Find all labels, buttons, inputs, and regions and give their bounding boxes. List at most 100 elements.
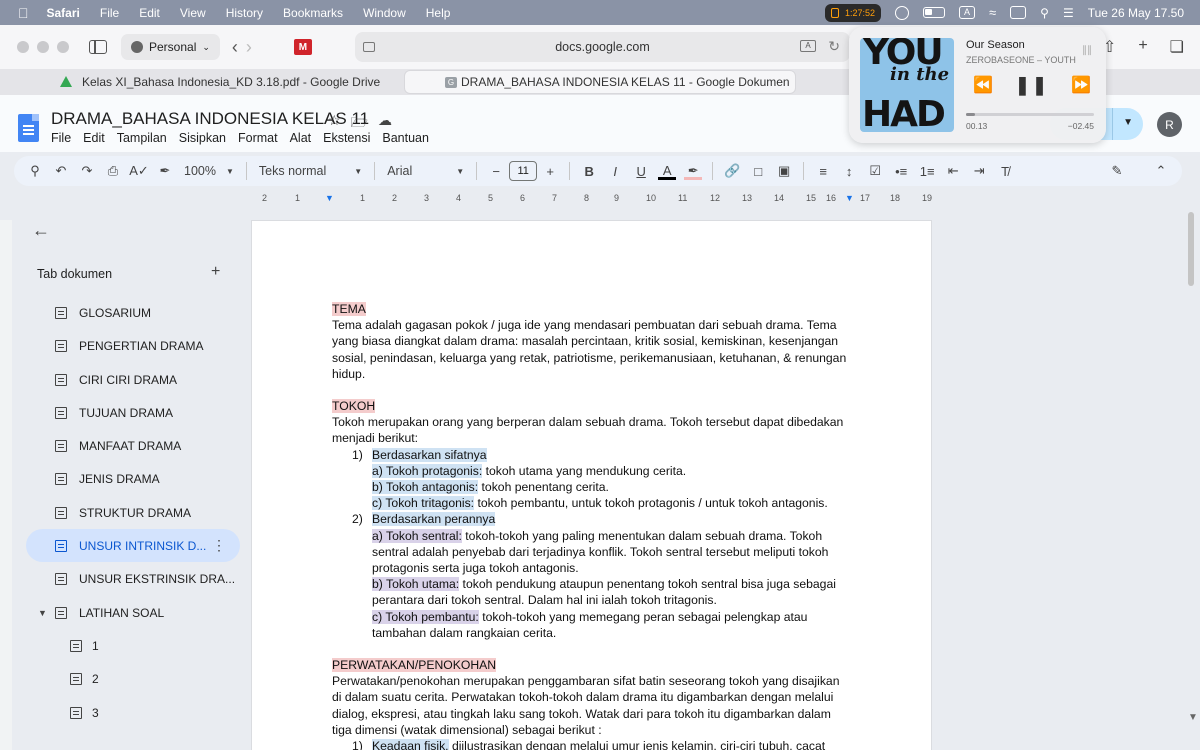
- zoom-dropdown[interactable]: 100% ▼: [178, 164, 240, 178]
- align-icon[interactable]: ≡: [810, 164, 836, 179]
- checklist-icon[interactable]: ☑: [862, 163, 888, 179]
- reload-icon[interactable]: ↻: [828, 38, 840, 55]
- spotlight-icon[interactable]: ⚲: [1040, 6, 1049, 20]
- numbered-list-icon[interactable]: 1≡: [914, 164, 940, 179]
- docs-menu-file[interactable]: File: [51, 131, 71, 145]
- pause-icon[interactable]: ❚❚: [1015, 75, 1049, 96]
- translate-icon[interactable]: A: [800, 40, 816, 52]
- share-dropdown-icon[interactable]: ▼: [1123, 117, 1133, 128]
- bold-icon[interactable]: B: [576, 164, 602, 179]
- screen-mirroring-icon[interactable]: [1010, 6, 1027, 19]
- style-dropdown[interactable]: Teks normal ▼: [253, 164, 368, 178]
- close-window-button[interactable]: [17, 41, 29, 53]
- right-indent-marker[interactable]: ▼: [845, 193, 854, 203]
- sidebar-item-unsur-ekstrinsik[interactable]: UNSUR EKSTRINSIK DRA...: [26, 562, 240, 595]
- scrollbar-thumb[interactable]: [1188, 212, 1194, 286]
- apple-icon[interactable]: : [18, 5, 29, 21]
- search-menus-icon[interactable]: ⚲: [22, 163, 48, 179]
- collapse-caret-icon[interactable]: ▼: [38, 608, 47, 618]
- menu-bookmarks[interactable]: Bookmarks: [283, 6, 343, 20]
- more-options-icon[interactable]: ⋮: [212, 537, 226, 554]
- clear-formatting-icon[interactable]: T̸: [992, 164, 1018, 179]
- menu-file[interactable]: File: [100, 6, 119, 20]
- undo-icon[interactable]: ↶: [48, 163, 74, 179]
- sidebar-toggle-icon[interactable]: [89, 40, 107, 54]
- menu-view[interactable]: View: [180, 6, 206, 20]
- docs-menu-extensions[interactable]: Ekstensi: [323, 131, 370, 145]
- increase-font-size-icon[interactable]: +: [537, 164, 563, 179]
- decrease-font-size-icon[interactable]: −: [483, 164, 509, 179]
- docs-menu-tools[interactable]: Alat: [290, 131, 312, 145]
- document-body[interactable]: TEMA Tema adalah gagasan pokok / juga id…: [332, 301, 852, 750]
- google-docs-logo-icon[interactable]: [18, 114, 39, 142]
- minimize-window-button[interactable]: [37, 41, 49, 53]
- sidebar-item-jenis[interactable]: JENIS DRAMA: [26, 462, 240, 495]
- mendeley-extension-icon[interactable]: M: [293, 39, 312, 55]
- decrease-indent-icon[interactable]: ⇤: [940, 163, 966, 179]
- text-color-icon[interactable]: A: [654, 163, 680, 180]
- menu-edit[interactable]: Edit: [139, 6, 160, 20]
- spellcheck-icon[interactable]: A✓: [126, 163, 152, 179]
- sidebar-item-ciri[interactable]: CIRI CIRI DRAMA: [26, 363, 240, 396]
- menu-help[interactable]: Help: [426, 6, 451, 20]
- italic-icon[interactable]: I: [602, 164, 628, 179]
- menu-app-safari[interactable]: Safari: [47, 6, 80, 20]
- back-arrow-icon[interactable]: ←: [32, 220, 50, 241]
- document-title[interactable]: DRAMA_BAHASA INDONESIA KELAS 11: [51, 109, 369, 129]
- print-icon[interactable]: ⎙: [100, 163, 126, 179]
- add-tab-icon[interactable]: +: [211, 263, 220, 281]
- menubar-datetime[interactable]: Tue 26 May 17.50: [1088, 6, 1184, 20]
- paint-format-icon[interactable]: ✒: [152, 163, 178, 179]
- sidebar-item-pengertian[interactable]: PENGERTIAN DRAMA: [26, 329, 240, 362]
- profile-button[interactable]: Personal ⌄: [121, 34, 220, 60]
- docs-menu-view[interactable]: Tampilan: [117, 131, 167, 145]
- address-bar[interactable]: docs.google.com A ↻: [355, 32, 850, 62]
- font-size-input[interactable]: 11: [509, 161, 538, 181]
- forward-button[interactable]: ›: [246, 37, 252, 58]
- new-tab-icon[interactable]: +: [1138, 37, 1147, 57]
- playback-progress-bar[interactable]: [966, 113, 1094, 116]
- account-avatar[interactable]: R: [1157, 112, 1182, 137]
- recording-indicator[interactable]: 1:27:52: [824, 3, 882, 22]
- horizontal-ruler[interactable]: 2 1 ▼ 1 2 3 4 5 6 7 8 9 10 11 12 13 14 1…: [250, 190, 932, 206]
- bulleted-list-icon[interactable]: •≡: [888, 164, 914, 179]
- menu-history[interactable]: History: [226, 6, 263, 20]
- play-status-icon[interactable]: [895, 5, 910, 20]
- back-button[interactable]: ‹: [232, 37, 238, 58]
- sidebar-item-soal-3[interactable]: 3: [26, 696, 240, 729]
- zoom-window-button[interactable]: [57, 41, 69, 53]
- sidebar-item-soal-1[interactable]: 1: [26, 629, 240, 662]
- control-center-icon[interactable]: ☰: [1063, 6, 1074, 20]
- editing-mode-icon[interactable]: ✎: [1104, 163, 1130, 179]
- line-spacing-icon[interactable]: ↕: [836, 164, 862, 179]
- font-dropdown[interactable]: Arial ▼: [381, 164, 470, 178]
- sidebar-item-glosarium[interactable]: GLOSARIUM: [26, 296, 240, 329]
- battery-icon[interactable]: [923, 7, 946, 18]
- docs-menu-insert[interactable]: Sisipkan: [179, 131, 226, 145]
- tab-overview-icon[interactable]: ❏: [1170, 37, 1184, 57]
- input-source-icon[interactable]: A: [959, 6, 976, 19]
- collapse-toolbar-icon[interactable]: ⌃: [1148, 163, 1174, 179]
- rewind-icon[interactable]: ⏪: [973, 75, 993, 96]
- scroll-down-arrow-icon[interactable]: ▼: [1188, 712, 1198, 742]
- sidebar-item-tujuan[interactable]: TUJUAN DRAMA: [26, 396, 240, 429]
- tab-google-drive[interactable]: Kelas XI_Bahasa Indonesia_KD 3.18.pdf - …: [6, 70, 401, 94]
- highlight-color-icon[interactable]: ✒: [680, 163, 706, 180]
- fast-forward-icon[interactable]: ⏩: [1071, 75, 1091, 96]
- redo-icon[interactable]: ↷: [74, 163, 100, 179]
- tab-google-docs[interactable]: G DRAMA_BAHASA INDONESIA KELAS 11 - Goog…: [404, 70, 796, 94]
- docs-menu-help[interactable]: Bantuan: [382, 131, 429, 145]
- insert-image-icon[interactable]: ▣: [771, 163, 797, 179]
- sidebar-item-latihan-soal[interactable]: ▼ LATIHAN SOAL: [26, 596, 240, 629]
- add-comment-icon[interactable]: □: [745, 164, 771, 179]
- docs-menu-format[interactable]: Format: [238, 131, 278, 145]
- underline-icon[interactable]: U: [628, 164, 654, 179]
- docs-menu-edit[interactable]: Edit: [83, 131, 105, 145]
- sidebar-item-soal-2[interactable]: 2: [26, 662, 240, 695]
- increase-indent-icon[interactable]: ⇥: [966, 163, 992, 179]
- sidebar-item-struktur[interactable]: STRUKTUR DRAMA: [26, 496, 240, 529]
- sidebar-item-manfaat[interactable]: MANFAAT DRAMA: [26, 429, 240, 462]
- vertical-ruler[interactable]: [0, 220, 12, 750]
- insert-link-icon[interactable]: 🔗: [719, 163, 745, 179]
- wifi-icon[interactable]: ≈: [989, 5, 996, 20]
